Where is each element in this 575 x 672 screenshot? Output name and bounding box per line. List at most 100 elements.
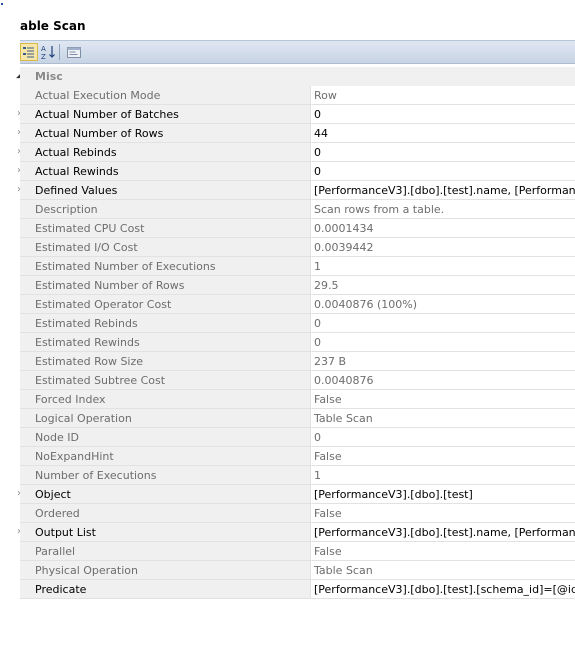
property-name: Actual Number of Rows (35, 127, 164, 140)
property-value-cell[interactable]: 237 B (310, 352, 575, 371)
property-row[interactable]: Estimated Row Size 237 B (0, 352, 575, 371)
property-value: 0 (314, 317, 321, 330)
svg-text:A: A (41, 45, 46, 53)
property-value: 0 (314, 431, 321, 444)
property-value-cell[interactable]: 0.0040876 (310, 371, 575, 390)
property-value-cell[interactable]: Scan rows from a table. (310, 200, 575, 219)
property-value-cell[interactable]: 0 (310, 143, 575, 162)
property-value-cell[interactable]: [PerformanceV3].[dbo].[test].name, [Perf… (310, 523, 575, 542)
property-value-cell[interactable]: 0.0040876 (100%) (310, 295, 575, 314)
property-value-cell[interactable]: 44 (310, 124, 575, 143)
property-value-cell[interactable]: 0.0039442 (310, 238, 575, 257)
property-row[interactable]: › Defined Values [PerformanceV3].[dbo].[te… (0, 181, 575, 200)
property-row[interactable]: › Output List [PerformanceV3].[dbo].[test]… (0, 523, 575, 542)
property-value-cell[interactable]: Row (310, 86, 575, 105)
property-name: Estimated Operator Cost (35, 298, 172, 311)
property-name: Actual Number of Batches (35, 108, 179, 121)
property-name: Node ID (35, 431, 79, 444)
property-row[interactable]: › Actual Number of Batches 0 (0, 105, 575, 124)
property-value: 0.0039442 (314, 241, 374, 254)
property-value: Table Scan (314, 564, 373, 577)
property-value-cell[interactable]: [PerformanceV3].[dbo].[test].name, [Perf… (310, 181, 575, 200)
property-pages-button[interactable] (65, 43, 83, 61)
property-value-cell[interactable]: 0.0001434 (310, 219, 575, 238)
property-row[interactable]: Number of Executions 1 (0, 466, 575, 485)
property-value-cell[interactable]: 0 (310, 162, 575, 181)
property-value-cell[interactable]: 0 (310, 428, 575, 447)
property-name: Estimated Rebinds (35, 317, 138, 330)
property-name: Number of Executions (35, 469, 157, 482)
property-name: Actual Execution Mode (35, 89, 161, 102)
property-value: [PerformanceV3].[dbo].[test].[schema_id]… (314, 583, 575, 596)
property-value-cell[interactable]: False (310, 447, 575, 466)
property-row[interactable]: Physical Operation Table Scan (0, 561, 575, 580)
property-value-cell[interactable]: 0 (310, 333, 575, 352)
property-value-cell[interactable]: False (310, 542, 575, 561)
categorized-icon (23, 47, 34, 58)
property-row[interactable]: Estimated Rebinds 0 (0, 314, 575, 333)
property-row[interactable]: › Actual Number of Rows 44 (0, 124, 575, 143)
property-value-cell[interactable]: 29.5 (310, 276, 575, 295)
property-value: [PerformanceV3].[dbo].[test] (314, 488, 473, 501)
property-value-cell[interactable]: False (310, 504, 575, 523)
property-row[interactable]: Node ID 0 (0, 428, 575, 447)
property-row[interactable]: Forced Index False (0, 390, 575, 409)
property-value: 29.5 (314, 279, 339, 292)
property-name: Description (35, 203, 98, 216)
property-value-cell[interactable]: Table Scan (310, 409, 575, 428)
category-row-misc[interactable]: ◢ Misc (0, 67, 575, 86)
property-row[interactable]: › Actual Rebinds 0 (0, 143, 575, 162)
property-value: 1 (314, 260, 321, 273)
property-row[interactable]: NoExpandHint False (0, 447, 575, 466)
property-value: [PerformanceV3].[dbo].[test].name, [Perf… (314, 184, 575, 197)
property-name: Output List (35, 526, 96, 539)
property-value-cell[interactable]: 0 (310, 105, 575, 124)
property-value: 0 (314, 165, 321, 178)
property-row[interactable]: Estimated Number of Executions 1 (0, 257, 575, 276)
property-row[interactable]: Ordered False (0, 504, 575, 523)
property-name: Logical Operation (35, 412, 132, 425)
property-row[interactable]: Actual Execution Mode Row (0, 86, 575, 105)
category-label: Misc (35, 70, 63, 83)
property-value-cell[interactable]: Table Scan (310, 561, 575, 580)
property-value-cell[interactable]: [PerformanceV3].[dbo].[test].[schema_id]… (310, 580, 575, 599)
categorized-button[interactable] (20, 43, 38, 61)
alphabetical-button[interactable]: A Z (39, 43, 57, 61)
property-value: Table Scan (314, 412, 373, 425)
property-value-cell[interactable]: 1 (310, 257, 575, 276)
svg-text:Z: Z (41, 53, 46, 61)
property-name: Estimated Subtree Cost (35, 374, 166, 387)
property-row[interactable]: › Object [PerformanceV3].[dbo].[test] (0, 485, 575, 504)
property-name: Actual Rebinds (35, 146, 117, 159)
property-row[interactable]: Estimated Subtree Cost 0.0040876 (0, 371, 575, 390)
property-value: 0 (314, 146, 321, 159)
property-value: False (314, 393, 342, 406)
property-row[interactable]: Estimated Rewinds 0 (0, 333, 575, 352)
property-row[interactable]: Estimated I/O Cost 0.0039442 (0, 238, 575, 257)
property-value: 0 (314, 108, 321, 121)
property-row[interactable]: Logical Operation Table Scan (0, 409, 575, 428)
property-row[interactable]: Description Scan rows from a table. (0, 200, 575, 219)
property-value-cell[interactable]: [PerformanceV3].[dbo].[test] (310, 485, 575, 504)
property-name: Actual Rewinds (35, 165, 119, 178)
property-name: Estimated Row Size (35, 355, 144, 368)
property-value-cell[interactable]: 0 (310, 314, 575, 333)
property-pages-icon (67, 47, 81, 58)
property-name: Physical Operation (35, 564, 138, 577)
property-name: Object (35, 488, 71, 501)
property-value: 0.0040876 (314, 374, 374, 387)
property-row[interactable]: › Actual Rewinds 0 (0, 162, 575, 181)
property-value-cell[interactable]: False (310, 390, 575, 409)
property-name: Estimated I/O Cost (35, 241, 138, 254)
property-value-cell[interactable]: 1 (310, 466, 575, 485)
property-name: Estimated Number of Rows (35, 279, 185, 292)
property-name: NoExpandHint (35, 450, 114, 463)
property-row[interactable]: Estimated CPU Cost 0.0001434 (0, 219, 575, 238)
property-row[interactable]: Parallel False (0, 542, 575, 561)
property-row[interactable]: Estimated Number of Rows 29.5 (0, 276, 575, 295)
window-corner-marker (1, 3, 3, 5)
property-value: 0.0001434 (314, 222, 374, 235)
property-row[interactable]: Predicate [PerformanceV3].[dbo].[test].[s… (0, 580, 575, 599)
property-row[interactable]: Estimated Operator Cost 0.0040876 (100%) (0, 295, 575, 314)
property-value: False (314, 507, 342, 520)
